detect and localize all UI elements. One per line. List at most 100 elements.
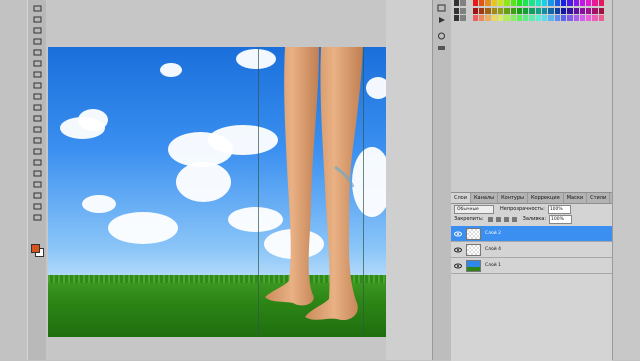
tab-adjustments[interactable]: Коррекция [528,193,564,203]
color-swatch[interactable] [466,15,472,22]
gradient-icon[interactable] [31,125,43,134]
zoom-icon[interactable] [31,213,43,222]
clone-source-icon[interactable] [437,44,446,52]
color-swatch[interactable] [592,15,598,22]
document-scroll-area[interactable] [386,0,432,360]
eraser-icon[interactable] [31,114,43,123]
layer-row[interactable]: Слой 4 [451,242,612,258]
color-swatch[interactable] [504,7,510,14]
layer-row[interactable]: Слой 2 [451,226,612,242]
color-swatch[interactable] [523,0,529,6]
blur-icon[interactable] [31,136,43,145]
opacity-field[interactable]: 100% [547,204,571,214]
history-brush-icon[interactable] [31,103,43,112]
lock-all-icon[interactable] [511,216,517,222]
color-swatch[interactable] [579,7,586,14]
color-swatch[interactable] [529,7,535,14]
color-swatch[interactable] [523,15,529,22]
tab-channels[interactable]: Каналы [471,193,499,203]
color-swatch[interactable] [573,15,579,22]
brush-icon[interactable] [31,81,43,90]
color-swatch[interactable] [510,15,516,22]
path-select-icon[interactable] [31,180,43,189]
color-swatch[interactable] [472,15,479,22]
color-swatch[interactable] [466,0,472,6]
color-swatch[interactable] [586,7,592,14]
visibility-eye-icon[interactable] [454,263,462,269]
color-swatch[interactable] [529,15,535,22]
lasso-icon[interactable] [31,26,43,35]
color-swatch[interactable] [542,0,548,6]
color-swatch[interactable] [554,15,560,22]
color-swatch[interactable] [491,15,498,22]
color-swatch[interactable] [573,0,579,6]
tab-layers[interactable]: Слои [451,193,471,203]
magic-wand-icon[interactable] [31,37,43,46]
color-swatch[interactable] [567,7,573,14]
lock-brush-icon[interactable] [495,216,501,222]
color-swatch[interactable] [560,7,567,14]
tab-paths[interactable]: Контуры [498,193,528,203]
color-swatch[interactable] [454,15,460,22]
lock-move-icon[interactable] [503,216,509,222]
swatches-grid[interactable] [454,0,604,22]
color-swatch[interactable] [548,15,554,22]
panel-scroll-area[interactable] [612,0,640,360]
layer-name[interactable]: Слой 1 [485,263,501,268]
brush-presets-icon[interactable] [437,32,446,40]
color-swatch[interactable] [567,0,573,6]
visibility-eye-icon[interactable] [454,231,462,237]
blend-mode-select[interactable]: Обычные [454,204,494,214]
color-swatch[interactable] [498,0,504,6]
color-swatch[interactable] [554,7,560,14]
tab-styles[interactable]: Стили [587,193,611,203]
color-swatch[interactable] [554,0,560,6]
actions-icon[interactable] [437,16,446,24]
color-swatch[interactable] [535,15,542,22]
visibility-eye-icon[interactable] [454,247,462,253]
color-swatch[interactable] [454,0,460,6]
color-swatch[interactable] [579,15,586,22]
color-swatch[interactable] [529,0,535,6]
color-swatch[interactable] [586,0,592,6]
color-swatch[interactable] [479,7,485,14]
color-swatch[interactable] [516,15,523,22]
layer-name[interactable]: Слой 4 [485,247,501,252]
color-swatch[interactable] [460,7,466,14]
color-swatch[interactable] [535,0,542,6]
color-swatch[interactable] [548,7,554,14]
healing-icon[interactable] [31,70,43,79]
hand-icon[interactable] [31,202,43,211]
fill-field[interactable]: 100% [549,214,573,224]
color-swatch[interactable] [485,7,491,14]
lock-transparency-icon[interactable] [487,216,493,222]
color-swatch[interactable] [542,15,548,22]
color-swatch[interactable] [479,0,485,6]
color-swatch[interactable] [598,0,604,6]
color-swatch[interactable] [504,0,510,6]
color-swatch[interactable] [560,0,567,6]
color-swatch[interactable] [542,7,548,14]
type-icon[interactable] [31,169,43,178]
marquee-icon[interactable] [31,15,43,24]
color-swatch[interactable] [472,0,479,6]
tab-masks[interactable]: Маски [564,193,588,203]
layer-row[interactable]: Слой 1 [451,258,612,274]
color-swatch[interactable] [535,7,542,14]
color-swatch[interactable] [523,7,529,14]
color-swatch[interactable] [491,7,498,14]
pen-icon[interactable] [31,158,43,167]
color-swatch[interactable] [498,7,504,14]
clone-stamp-icon[interactable] [31,92,43,101]
foreground-color-swatch[interactable] [31,244,40,253]
color-swatch[interactable] [460,0,466,6]
color-swatch[interactable] [498,15,504,22]
color-swatch[interactable] [510,7,516,14]
color-swatch[interactable] [516,7,523,14]
color-swatch[interactable] [573,7,579,14]
color-swatch[interactable] [598,7,604,14]
legs-layer[interactable] [253,47,373,337]
move-icon[interactable] [31,4,43,13]
image-canvas[interactable] [48,47,387,337]
color-swatch[interactable] [548,0,554,6]
